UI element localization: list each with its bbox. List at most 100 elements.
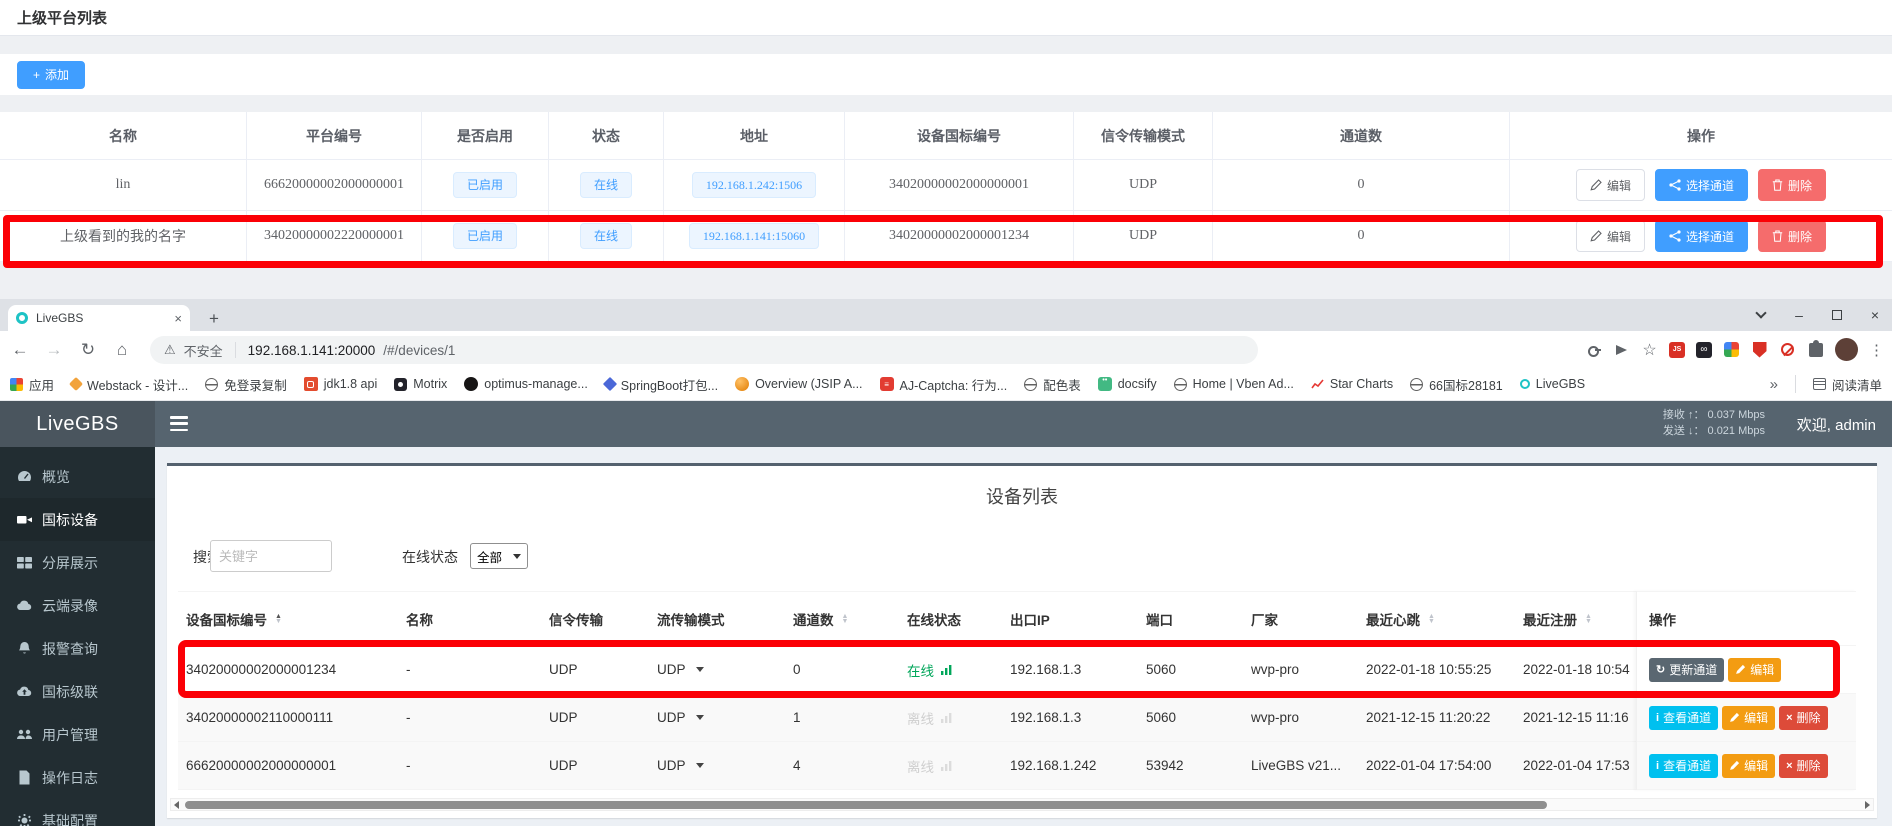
stream-mode-dropdown[interactable]: UDP — [649, 742, 785, 789]
horizontal-scrollbar[interactable] — [170, 798, 1874, 811]
view-channels-button[interactable]: i查看通道 — [1649, 754, 1718, 778]
sort-icon[interactable]: ▲▼ — [1428, 614, 1435, 624]
profile-avatar[interactable] — [1835, 338, 1858, 361]
close-button[interactable]: × — [1866, 306, 1884, 324]
last-register: 2022-01-18 10:54 — [1515, 646, 1636, 693]
bookmark-livegbs[interactable]: LiveGBS — [1520, 377, 1585, 391]
edit-button[interactable]: 编辑 — [1722, 706, 1775, 730]
bookmarks-overflow-icon[interactable]: » — [1770, 376, 1778, 393]
column-header-register[interactable]: 最近注册▲▼ — [1515, 592, 1636, 645]
column-header: 信令传输 — [541, 592, 649, 645]
delete-button[interactable]: ×删除 — [1779, 754, 1827, 778]
bookmark-colors[interactable]: 配色表 — [1024, 375, 1081, 394]
update-channels-button[interactable]: ↻更新通道 — [1649, 658, 1724, 682]
column-header: 流传输模式 — [649, 592, 785, 645]
tab-search-icon[interactable] — [1752, 306, 1770, 324]
reading-list-button[interactable]: 阅读清单 — [1813, 375, 1882, 394]
warning-icon[interactable]: ⚠ — [164, 342, 176, 358]
bookmark-overview[interactable]: Overview (JSIP A... — [735, 377, 862, 391]
browser-tab[interactable]: LiveGBS × — [8, 305, 190, 331]
js-extension-icon[interactable]: JS — [1669, 342, 1685, 358]
column-header-channels[interactable]: 通道数▲▼ — [785, 592, 899, 645]
edit-button[interactable]: 编辑 — [1576, 169, 1645, 201]
back-icon[interactable]: ← — [6, 336, 34, 364]
sidebar-item-split-screen[interactable]: 分屏展示 — [0, 541, 155, 584]
sidebar-item-cascade[interactable]: 国标级联 — [0, 670, 155, 713]
add-button[interactable]: +添加 — [17, 61, 85, 89]
minimize-button[interactable]: – — [1790, 306, 1808, 324]
home-icon[interactable]: ⌂ — [108, 336, 136, 364]
delete-button[interactable]: 删除 — [1758, 220, 1826, 252]
device-table: 设备国标编号▲▼ 名称 信令传输 流传输模式 通道数▲▼ 在线状态 出口IP 端… — [178, 591, 1856, 790]
bookmark-springboot[interactable]: SpringBoot打包... — [605, 375, 718, 394]
scrollbar-thumb[interactable] — [185, 801, 1547, 809]
grid-extension-icon[interactable] — [1723, 341, 1740, 358]
edit-button[interactable]: 编辑 — [1722, 754, 1775, 778]
sidebar-item-alarms[interactable]: 报警查询 — [0, 627, 155, 670]
bookmark-webstack[interactable]: Webstack - 设计... — [71, 375, 188, 394]
send-icon[interactable] — [1613, 341, 1630, 358]
forward-icon[interactable]: → — [40, 336, 68, 364]
url-omnibox[interactable]: ⚠ 不安全 192.168.1.141:20000/#/devices/1 — [150, 336, 1258, 364]
bookmark-star-icon[interactable]: ☆ — [1641, 341, 1658, 358]
stream-mode-dropdown[interactable]: UDP — [649, 646, 785, 693]
sort-icon[interactable]: ▲▼ — [842, 614, 849, 624]
sidebar-item-logs[interactable]: 操作日志 — [0, 756, 155, 799]
app-logo[interactable]: LiveGBS — [0, 401, 155, 447]
new-tab-button[interactable]: + — [202, 307, 226, 331]
operations-row: ↻更新通道 编辑 — [1637, 646, 1856, 694]
puzzle-extensions-icon[interactable] — [1807, 341, 1824, 358]
column-header: 厂家 — [1243, 592, 1358, 645]
key-icon[interactable] — [1585, 341, 1602, 358]
platform-id: 66620000002000000001 — [247, 160, 422, 211]
search-input[interactable] — [210, 540, 332, 572]
maximize-button[interactable] — [1828, 306, 1846, 324]
bookmark-docsify[interactable]: ••docsify — [1098, 377, 1157, 391]
view-channels-button[interactable]: i查看通道 — [1649, 706, 1718, 730]
blocker-extension-icon[interactable] — [1779, 341, 1796, 358]
welcome-user[interactable]: 欢迎, admin — [1797, 414, 1876, 435]
sort-icon[interactable]: ▲▼ — [275, 614, 282, 624]
sidebar-item-overview[interactable]: 概览 — [0, 455, 155, 498]
column-header-heartbeat[interactable]: 最近心跳▲▼ — [1358, 592, 1515, 645]
scroll-left-icon[interactable] — [174, 801, 179, 809]
sidebar-item-cloud-record[interactable]: 云端录像 — [0, 584, 155, 627]
select-channels-button[interactable]: 选择通道 — [1655, 169, 1748, 201]
sidebar-item-users[interactable]: 用户管理 — [0, 713, 155, 756]
tab-close-icon[interactable]: × — [174, 311, 182, 326]
bookmark-ajcaptcha[interactable]: ≡AJ-Captcha: 行为... — [880, 375, 1008, 394]
bookmark-optimus[interactable]: optimus-manage... — [464, 377, 588, 391]
online-status-select[interactable]: 全部 — [470, 543, 528, 569]
operations-column: 操作 ↻更新通道 编辑 i查看通道 编辑 ×删除 i查看通道 编辑 ×删除 — [1636, 591, 1856, 790]
trash-icon — [1772, 230, 1783, 242]
scroll-right-icon[interactable] — [1865, 801, 1870, 809]
address-badge: 192.168.1.141:15060 — [689, 223, 819, 249]
channel-count: 0 — [785, 646, 899, 693]
sort-icon[interactable]: ▲▼ — [1585, 614, 1592, 624]
enabled-badge: 已启用 — [453, 223, 517, 249]
bookmark-gb28181[interactable]: 66国标28181 — [1410, 375, 1503, 394]
delete-button[interactable]: 删除 — [1758, 169, 1826, 201]
edit-button[interactable]: 编辑 — [1576, 220, 1645, 252]
select-channels-button[interactable]: 选择通道 — [1655, 220, 1748, 252]
column-header-gbid[interactable]: 设备国标编号▲▼ — [178, 592, 398, 645]
delete-button[interactable]: ×删除 — [1779, 706, 1827, 730]
edit-button[interactable]: 编辑 — [1728, 658, 1781, 682]
shield-extension-icon[interactable] — [1751, 341, 1768, 358]
hamburger-menu-icon[interactable] — [170, 416, 188, 431]
bookmark-vben[interactable]: Home | Vben Ad... — [1174, 377, 1294, 391]
bookmark-jdk[interactable]: jdk1.8 api — [304, 377, 378, 391]
bookmark-motrix[interactable]: Motrix — [394, 377, 447, 391]
stream-mode-dropdown[interactable]: UDP — [649, 694, 785, 741]
sidebar-item-devices[interactable]: 国标设备 — [0, 498, 155, 541]
online-status[interactable]: 在线 — [899, 646, 1002, 693]
bookmark-copy[interactable]: 免登录复制 — [205, 375, 287, 394]
status-cell: 在线 — [549, 211, 664, 262]
refresh-icon: ↻ — [1656, 663, 1665, 676]
bookmark-starcharts[interactable]: Star Charts — [1311, 377, 1393, 391]
bookmark-apps[interactable]: 应用 — [10, 375, 54, 394]
sidebar-item-settings[interactable]: 基础配置 — [0, 799, 155, 826]
infinity-extension-icon[interactable]: ∞ — [1696, 342, 1712, 358]
browser-menu-icon[interactable]: ⋮ — [1869, 341, 1884, 359]
reload-icon[interactable]: ↻ — [74, 336, 102, 364]
